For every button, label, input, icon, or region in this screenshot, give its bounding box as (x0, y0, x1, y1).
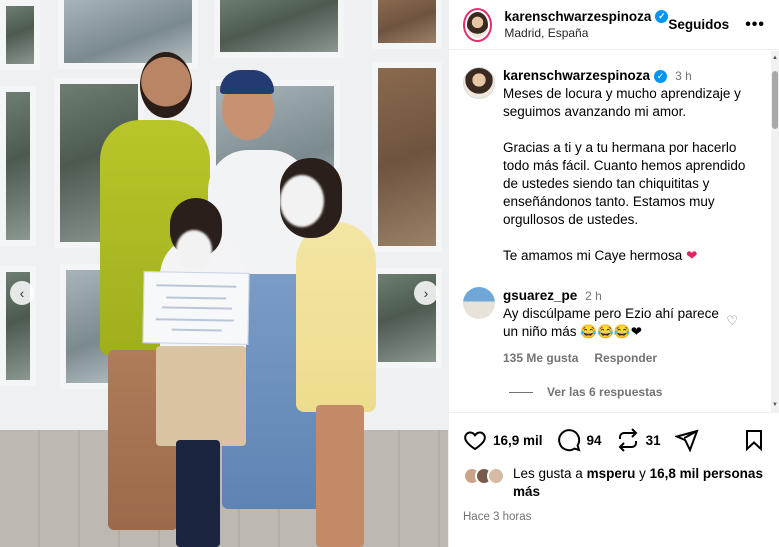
caption-username[interactable]: karenschwarzespinoza (503, 67, 650, 85)
post-photo[interactable]: ‹ › (0, 0, 448, 547)
blurred-face (280, 175, 324, 227)
comments-list[interactable]: karenschwarzespinoza ✓ 3 h Meses de locu… (449, 51, 774, 412)
verified-icon: ✓ (654, 69, 668, 83)
likes-summary: Les gusta a msperu y 16,8 mil personas m… (463, 465, 766, 501)
share-icon[interactable] (674, 428, 699, 452)
liker-username[interactable]: msperu (587, 466, 636, 481)
comment-icon[interactable] (557, 428, 581, 452)
more-options-icon[interactable]: ••• (745, 16, 765, 34)
man-cap (220, 70, 274, 94)
scroll-down-arrow[interactable]: ▼ (772, 402, 778, 408)
woman-face (140, 52, 192, 118)
chevron-right-icon[interactable]: › (414, 281, 438, 305)
repost-action[interactable]: 31 (616, 428, 661, 452)
repost-icon[interactable] (616, 428, 640, 452)
scrollbar-thumb[interactable] (772, 71, 778, 129)
scrollbar[interactable]: ▲ ▼ (771, 51, 779, 412)
comment-emojis: 😂😂😂❤ (580, 324, 643, 339)
caption-paragraph: Meses de locura y mucho aprendizaje y se… (503, 86, 741, 119)
like-count[interactable]: 16,9 mil (493, 433, 543, 448)
heart-emoji: ❤ (686, 248, 698, 263)
caption-time: 3 h (675, 69, 692, 83)
avatar[interactable] (463, 287, 495, 319)
save-action[interactable] (742, 428, 766, 452)
comment-likes[interactable]: 135 Me gusta (503, 349, 578, 367)
comment-count[interactable]: 94 (587, 433, 602, 448)
post-actions: 16,9 mil 94 31 Les gusta a msperu y 16,8… (449, 412, 779, 523)
avatar[interactable] (463, 67, 495, 99)
comment-text: Ay discúlpame pero Ezio ahí parece un ni… (503, 306, 719, 339)
heart-icon[interactable] (463, 428, 487, 452)
caption: karenschwarzespinoza ✓ 3 h Meses de locu… (463, 67, 760, 283)
person-older-girl (296, 222, 376, 412)
comment-username[interactable]: gsuarez_pe (503, 288, 577, 303)
view-replies[interactable]: Ver las 6 respuestas (509, 385, 760, 399)
younger-girl-skirt (156, 346, 246, 446)
post-timestamp[interactable]: Hace 3 horas (463, 511, 766, 523)
verified-icon: ✓ (655, 10, 669, 23)
reply-button[interactable]: Responder (594, 349, 657, 367)
liker-avatars[interactable] (463, 465, 505, 485)
like-action[interactable]: 16,9 mil (463, 428, 543, 452)
caption-paragraph: Te amamos mi Caye hermosa ❤ (503, 248, 698, 263)
older-girl-legs (316, 405, 364, 547)
blurred-face (176, 230, 212, 270)
comment-action[interactable]: 94 (557, 428, 602, 452)
post-side-panel: karenschwarzespinoza ✓ Madrid, España Se… (448, 0, 779, 547)
heart-icon[interactable]: ♡ (726, 313, 738, 329)
post-viewer: ‹ › karenschwarzespinoza ✓ Madrid, Españ… (0, 0, 779, 547)
younger-girl-socks (176, 440, 220, 547)
chevron-left-icon[interactable]: ‹ (10, 281, 34, 305)
post-location[interactable]: Madrid, España (504, 26, 668, 40)
avatar (487, 467, 505, 485)
following-button[interactable]: Seguidos (668, 17, 729, 32)
comment-time: 2 h (585, 289, 602, 303)
post-username[interactable]: karenschwarzespinoza ✓ (504, 9, 669, 24)
bookmark-icon[interactable] (742, 428, 766, 452)
diploma-paper (142, 271, 250, 345)
repost-count[interactable]: 31 (646, 433, 661, 448)
post-header: karenschwarzespinoza ✓ Madrid, España Se… (449, 0, 779, 50)
comment: gsuarez_pe 2 h Ay discúlpame pero Ezio a… (463, 287, 760, 367)
scroll-up-arrow[interactable]: ▲ (772, 55, 778, 61)
caption-paragraph: Gracias a ti y a tu hermana por hacerlo … (503, 140, 746, 227)
share-action[interactable] (674, 428, 699, 452)
avatar[interactable] (463, 7, 493, 42)
